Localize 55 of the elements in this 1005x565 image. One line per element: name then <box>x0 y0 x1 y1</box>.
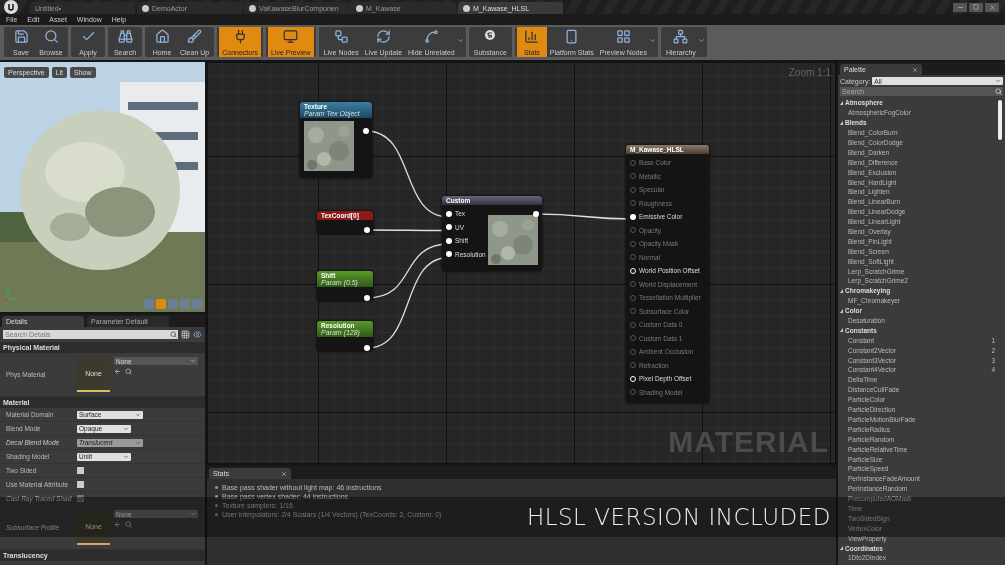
checkbox[interactable] <box>77 467 84 474</box>
refresh-icon <box>375 29 391 44</box>
expand-arrow-icon <box>840 120 843 125</box>
bullet-icon <box>215 486 218 489</box>
eye-icon[interactable] <box>193 330 202 339</box>
search-icon[interactable] <box>993 87 1003 96</box>
curve-icon <box>423 29 439 44</box>
house-icon <box>154 29 170 44</box>
close-icon[interactable] <box>281 470 287 477</box>
expand-arrow-icon <box>840 328 843 333</box>
node-graph[interactable] <box>207 62 836 464</box>
grid-icon[interactable] <box>181 330 190 339</box>
scrollbar[interactable] <box>998 100 1002 140</box>
grid-icon <box>615 29 631 44</box>
expand-arrow-icon <box>840 308 843 313</box>
maximize-icon[interactable] <box>969 2 983 12</box>
asset-icon <box>142 4 149 12</box>
axis-gizmo-icon <box>5 286 19 302</box>
logo-icon[interactable] <box>4 0 18 14</box>
asset-icon <box>249 4 256 12</box>
caret-icon <box>456 37 464 44</box>
caret-icon <box>648 37 656 44</box>
close-icon[interactable] <box>985 2 999 12</box>
checkbox[interactable] <box>77 481 84 488</box>
expand-arrow-icon <box>840 288 843 293</box>
search-icon[interactable] <box>168 330 178 339</box>
phone-icon <box>564 29 580 44</box>
checkmark-icon <box>77 495 84 502</box>
bar-chart-icon <box>524 29 540 44</box>
brush-icon <box>187 29 203 44</box>
asset-icon <box>463 4 470 12</box>
bullet-icon <box>215 504 218 507</box>
caret-icon <box>190 511 196 517</box>
caret-icon <box>190 358 196 364</box>
binoculars-icon <box>117 29 133 44</box>
monitor-icon <box>283 29 299 44</box>
caption-text: HLSL VERSION INCLUDED <box>526 504 831 530</box>
caret-icon <box>995 78 1001 84</box>
zoom-label: Zoom 1:1 <box>788 67 831 78</box>
expand-arrow-icon <box>840 100 843 105</box>
asset-icon <box>356 4 363 12</box>
expand-arrow-icon <box>840 546 843 550</box>
graph-watermark: MATERIAL <box>668 425 829 459</box>
arrow-left-icon[interactable] <box>114 521 121 528</box>
hierarchy-icon <box>673 29 689 44</box>
close-icon[interactable] <box>912 66 918 73</box>
magnifier-icon <box>43 29 59 44</box>
minimize-icon[interactable] <box>953 2 967 12</box>
bullet-icon <box>215 513 218 516</box>
nodes-icon <box>333 29 349 44</box>
bullet-icon <box>215 495 218 498</box>
search-icon[interactable] <box>125 368 132 375</box>
arrow-left-icon[interactable] <box>114 368 121 375</box>
search-icon[interactable] <box>125 521 132 528</box>
caret-icon <box>697 37 705 44</box>
